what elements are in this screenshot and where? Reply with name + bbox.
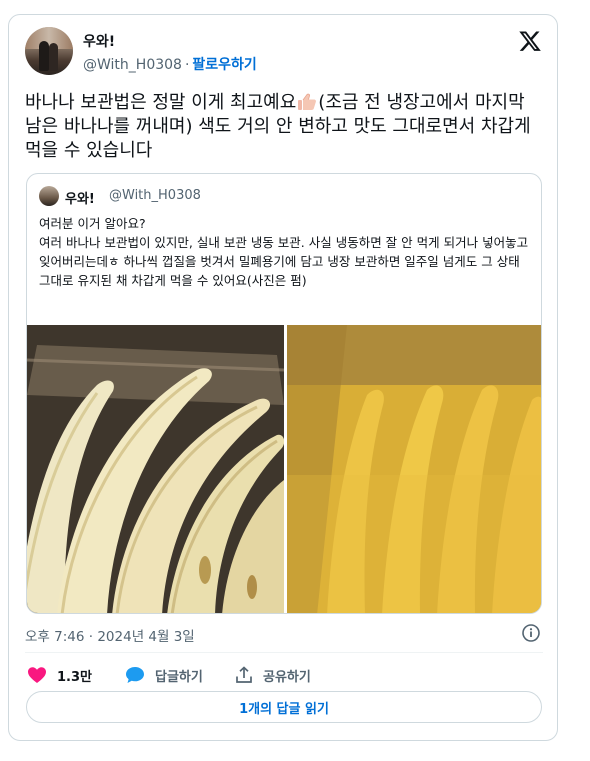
reply-label: 답글하기 — [155, 669, 203, 685]
share-upload-icon — [236, 666, 252, 683]
meta-separator: · — [88, 629, 94, 645]
tweet-actions: 1.3만 답글하기 공유하기 — [25, 663, 545, 687]
tweet-card[interactable]: 우와! @With_H0308 · 팔로우하기 바나나 보관법은 정말 이게 최고예… — [8, 14, 558, 741]
divider — [25, 652, 543, 653]
share-label: 공유하기 — [263, 669, 311, 685]
x-logo-icon[interactable] — [517, 29, 543, 53]
read-replies-button[interactable]: 1개의 답글 읽기 — [26, 691, 542, 723]
share-button[interactable]: 공유하기 — [235, 663, 311, 687]
tweet-header: 우와! @With_H0308 · 팔로우하기 — [25, 27, 543, 77]
reply-bubble-icon — [126, 667, 144, 683]
quoted-avatar — [39, 186, 59, 206]
peeled-bananas-photo[interactable] — [27, 325, 284, 613]
banana-container-photo[interactable] — [287, 325, 541, 613]
thumbs-up-icon — [298, 93, 317, 110]
author-sub: @With_H0308 · 팔로우하기 — [83, 54, 257, 74]
tweet-timestamp[interactable]: 오후 7:46 · 2024년 4월 3일 — [25, 625, 195, 645]
reply-button[interactable]: 답글하기 — [125, 663, 203, 687]
like-button[interactable]: 1.3만 — [27, 663, 92, 687]
quoted-author-handle: @With_H0308 — [109, 188, 201, 203]
like-count: 1.3만 — [57, 669, 92, 685]
heart-icon — [28, 667, 46, 683]
tweet-text: 바나나 보관법은 정말 이게 최고예요 (조금 전 냉장고에서 마지막 남은 바… — [25, 91, 545, 163]
tweet-text-part1: 바나나 보관법은 정말 이게 최고예요 — [25, 92, 297, 113]
quoted-photos — [27, 325, 541, 613]
tweet-time: 오후 7:46 — [25, 629, 85, 645]
author-name[interactable]: 우와! — [83, 31, 115, 51]
quoted-author-name: 우와! — [65, 192, 95, 207]
info-icon[interactable] — [521, 623, 541, 643]
separator: · — [184, 57, 190, 73]
quoted-tweet[interactable]: 우와! @With_H0308 여러분 이거 알아요? 여러 바나나 보관법이 … — [26, 173, 542, 614]
tweet-date: 2024년 4월 3일 — [97, 629, 195, 645]
follow-button[interactable]: 팔로우하기 — [192, 57, 256, 73]
quoted-text: 여러분 이거 알아요? 여러 바나나 보관법이 있지만, 실내 보관 냉동 보관… — [39, 216, 529, 288]
author-handle[interactable]: @With_H0308 — [83, 57, 182, 73]
quoted-header: 우와! @With_H0308 — [39, 186, 519, 207]
avatar[interactable] — [25, 27, 73, 75]
